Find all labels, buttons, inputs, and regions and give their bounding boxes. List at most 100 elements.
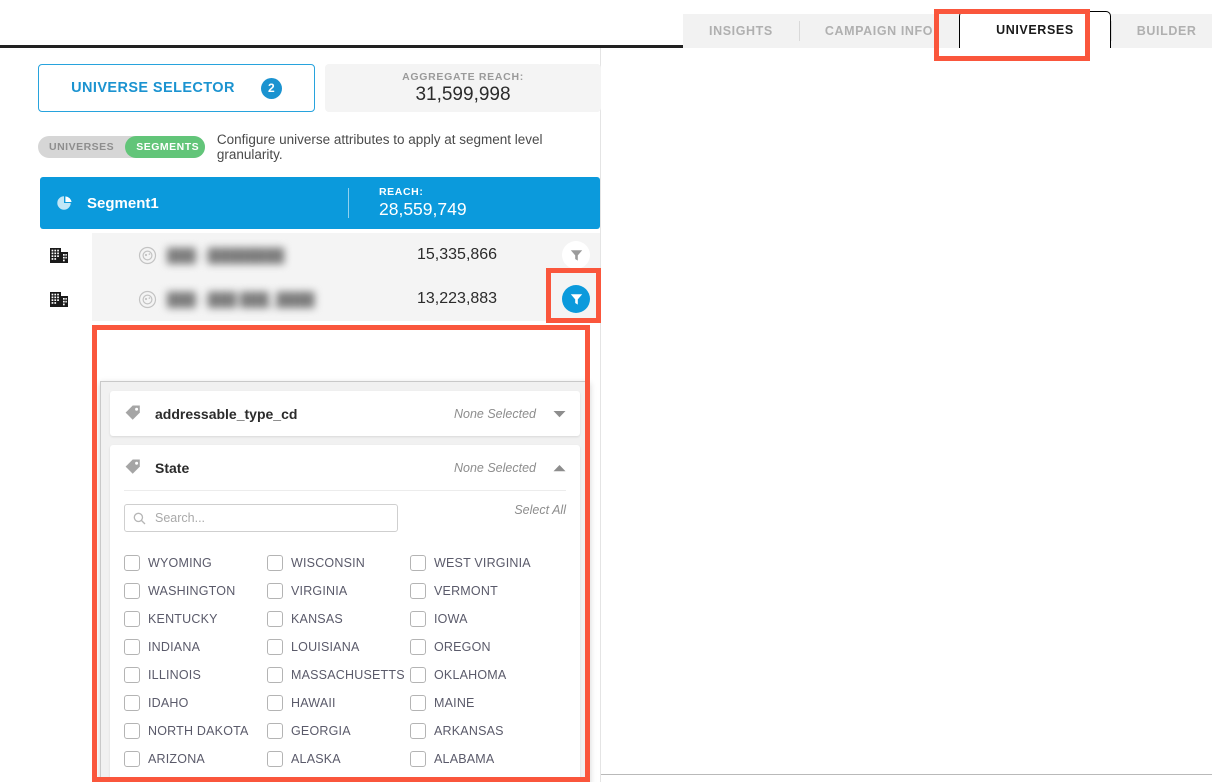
universe-row-strip: ███ - ████████ 15,335,866 bbox=[92, 233, 600, 277]
state-option[interactable]: ALABAMA bbox=[410, 751, 566, 767]
state-option-label: WASHINGTON bbox=[148, 584, 236, 598]
selector-row: UNIVERSE SELECTOR 2 AGGREGATE REACH: 31,… bbox=[38, 64, 601, 112]
attribute-header[interactable]: State None Selected bbox=[110, 445, 580, 490]
checkbox-icon[interactable] bbox=[410, 695, 426, 711]
building-icon bbox=[40, 244, 78, 266]
pie-chart-icon bbox=[56, 195, 73, 212]
state-option[interactable]: KANSAS bbox=[267, 611, 410, 627]
chevron-down-icon[interactable] bbox=[536, 410, 566, 418]
checkbox-icon[interactable] bbox=[124, 639, 140, 655]
universe-row[interactable]: ███ - ████████ 15,335,866 bbox=[40, 233, 600, 277]
attribute-header[interactable]: addressable_type_cd None Selected bbox=[110, 391, 580, 436]
select-all-link[interactable]: Select All bbox=[514, 503, 566, 517]
state-option[interactable]: GEORGIA bbox=[267, 723, 410, 739]
search-input-wrapper[interactable] bbox=[124, 504, 398, 532]
state-option[interactable]: ARIZONA bbox=[124, 751, 267, 767]
checkbox-icon[interactable] bbox=[410, 723, 426, 739]
state-option-label: ILLINOIS bbox=[148, 668, 202, 682]
checkbox-icon[interactable] bbox=[124, 723, 140, 739]
attribute-card-addressable-type-cd: addressable_type_cd None Selected bbox=[110, 391, 580, 436]
tag-icon bbox=[124, 404, 146, 423]
state-option[interactable]: KENTUCKY bbox=[124, 611, 267, 627]
scope-toggle-caption: Configure universe attributes to apply a… bbox=[216, 132, 543, 162]
checkbox-icon[interactable] bbox=[124, 611, 140, 627]
checkbox-icon[interactable] bbox=[267, 555, 283, 571]
checkbox-icon[interactable] bbox=[410, 611, 426, 627]
search-input[interactable] bbox=[153, 510, 389, 526]
tab-universes[interactable]: UNIVERSES bbox=[959, 11, 1111, 48]
state-option[interactable]: ILLINOIS bbox=[124, 667, 267, 683]
checkbox-icon[interactable] bbox=[267, 611, 283, 627]
chevron-up-icon[interactable] bbox=[536, 464, 566, 472]
checkbox-icon[interactable] bbox=[124, 667, 140, 683]
state-option[interactable]: OREGON bbox=[410, 639, 566, 655]
state-option[interactable]: WEST VIRGINIA bbox=[410, 555, 566, 571]
checkbox-icon[interactable] bbox=[410, 639, 426, 655]
state-option-label: VERMONT bbox=[434, 584, 498, 598]
checkbox-icon[interactable] bbox=[267, 583, 283, 599]
attribute-card-state: State None Selected Search... Select All… bbox=[110, 445, 580, 782]
checkbox-icon[interactable] bbox=[410, 751, 426, 767]
state-option[interactable]: VIRGINIA bbox=[267, 583, 410, 599]
segment-reach-value: 28,559,749 bbox=[379, 199, 467, 219]
state-option[interactable]: IOWA bbox=[410, 611, 566, 627]
state-option[interactable]: MAINE bbox=[410, 695, 566, 711]
segment-name: Segment1 bbox=[87, 194, 159, 212]
checkbox-icon[interactable] bbox=[410, 667, 426, 683]
state-option[interactable]: OKLAHOMA bbox=[410, 667, 566, 683]
checkbox-icon[interactable] bbox=[267, 695, 283, 711]
universe-selector-button[interactable]: UNIVERSE SELECTOR 2 bbox=[38, 64, 315, 112]
state-option-label: WEST VIRGINIA bbox=[434, 556, 531, 570]
state-option[interactable]: MASSACHUSETTS bbox=[267, 667, 410, 683]
checkbox-icon[interactable] bbox=[124, 751, 140, 767]
tab-insights[interactable]: INSIGHTS bbox=[683, 14, 799, 48]
toggle-option-universes[interactable]: UNIVERSES bbox=[38, 136, 125, 158]
toggle-option-segments[interactable]: SEGMENTS bbox=[125, 136, 205, 158]
right-empty-pane bbox=[601, 48, 1212, 782]
state-option-label: KENTUCKY bbox=[148, 612, 218, 626]
state-option-label: ALASKA bbox=[291, 752, 341, 766]
state-option[interactable]: VERMONT bbox=[410, 583, 566, 599]
universe-row[interactable]: ███ - ███ ███_████ 13,223,883 bbox=[40, 277, 600, 321]
checkbox-icon[interactable] bbox=[410, 555, 426, 571]
state-option[interactable]: LOUISIANA bbox=[267, 639, 410, 655]
segment-header[interactable]: Segment1 REACH: 28,559,749 bbox=[40, 177, 600, 229]
checkbox-icon[interactable] bbox=[124, 583, 140, 599]
state-option[interactable]: NORTH DAKOTA bbox=[124, 723, 267, 739]
building-icon bbox=[40, 288, 78, 310]
state-option-label: GEORGIA bbox=[291, 724, 351, 738]
tab-campaign-info[interactable]: CAMPAIGN INFO bbox=[798, 14, 960, 48]
state-option[interactable]: IDAHO bbox=[124, 695, 267, 711]
state-option[interactable]: WISCONSIN bbox=[267, 555, 410, 571]
attribute-body: Select All WYOMING WISCONSIN WEST VIRGINIA… bbox=[110, 490, 580, 782]
scope-toggle[interactable]: UNIVERSES SEGMENTS bbox=[38, 136, 205, 158]
state-option[interactable]: ARKANSAS bbox=[410, 723, 566, 739]
tab-builder[interactable]: BUILDER bbox=[1110, 14, 1212, 48]
universe-reach-value: 15,335,866 bbox=[417, 246, 498, 263]
checkbox-icon[interactable] bbox=[124, 555, 140, 571]
universe-filter-button[interactable] bbox=[562, 241, 590, 269]
state-option[interactable]: INDIANA bbox=[124, 639, 267, 655]
checkbox-icon[interactable] bbox=[124, 695, 140, 711]
attribute-name: State bbox=[155, 459, 190, 476]
segment-divider bbox=[348, 188, 349, 218]
state-option[interactable]: WASHINGTON bbox=[124, 583, 267, 599]
aggregate-reach-card: AGGREGATE REACH: 31,599,998 bbox=[325, 64, 601, 112]
state-option[interactable]: HAWAII bbox=[267, 695, 410, 711]
state-option-grid: WYOMING WISCONSIN WEST VIRGINIA WASHINGTON V… bbox=[124, 555, 566, 782]
state-option-label: NORTH DAKOTA bbox=[148, 724, 249, 738]
state-option[interactable]: WYOMING bbox=[124, 555, 267, 571]
universe-selector-label: UNIVERSE SELECTOR bbox=[71, 80, 235, 96]
checkbox-icon[interactable] bbox=[267, 723, 283, 739]
checkbox-icon[interactable] bbox=[267, 639, 283, 655]
state-option[interactable]: ALASKA bbox=[267, 751, 410, 767]
universe-filter-button[interactable] bbox=[562, 285, 590, 313]
checkbox-icon[interactable] bbox=[267, 751, 283, 767]
state-option-label: MAINE bbox=[434, 696, 475, 710]
checkbox-icon[interactable] bbox=[267, 667, 283, 683]
universe-reach-value: 13,223,883 bbox=[417, 290, 498, 307]
attribute-selection-status: None Selected bbox=[453, 460, 536, 475]
state-option-label: MASSACHUSETTS bbox=[291, 668, 405, 682]
attribute-name: addressable_type_cd bbox=[155, 405, 298, 422]
checkbox-icon[interactable] bbox=[410, 583, 426, 599]
